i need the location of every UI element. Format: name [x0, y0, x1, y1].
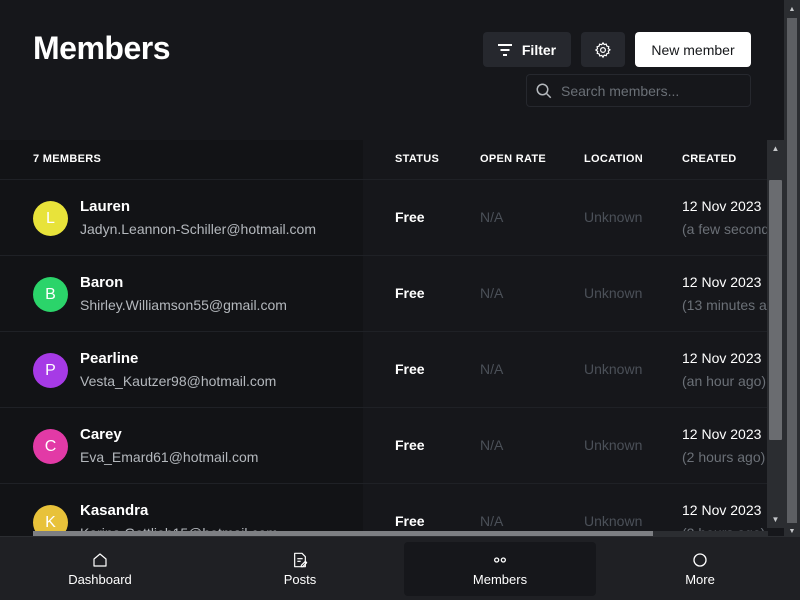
member-location: Unknown [584, 209, 643, 225]
avatar: C [33, 429, 68, 464]
filter-button[interactable]: Filter [483, 32, 571, 67]
member-name: Carey [80, 426, 122, 443]
member-name: Baron [80, 274, 124, 291]
table-row[interactable]: L Lauren Jadyn.Leannon-Schiller@hotmail.… [0, 180, 767, 256]
more-circle-icon [691, 551, 709, 569]
member-created-relative: (13 minutes ago) [682, 297, 767, 313]
member-open-rate: N/A [480, 361, 504, 377]
member-created-relative: (2 hours ago) [682, 449, 766, 465]
nav-label-dashboard: Dashboard [68, 572, 132, 587]
column-header-location[interactable]: LOCATION [584, 153, 643, 165]
bottom-navigation: Dashboard Posts Members More [0, 536, 800, 600]
column-header-created[interactable]: CREATED [682, 153, 736, 165]
member-created-date: 12 Nov 2023 [682, 350, 762, 366]
column-header-status[interactable]: STATUS [395, 153, 439, 165]
members-page: Members Filter New member 7 MEMBE [0, 0, 800, 600]
search-box [526, 74, 751, 107]
home-icon [91, 551, 109, 569]
nav-item-members[interactable]: Members [404, 542, 596, 596]
member-email: Jadyn.Leannon-Schiller@hotmail.com [80, 221, 316, 237]
nav-item-more[interactable]: More [604, 542, 796, 596]
page-title: Members [33, 30, 171, 66]
member-status: Free [395, 361, 425, 377]
table-header: 7 MEMBERS STATUS OPEN RATE LOCATION CREA… [0, 140, 767, 180]
member-location: Unknown [584, 285, 643, 301]
member-open-rate: N/A [480, 285, 504, 301]
member-email: Vesta_Kautzer98@hotmail.com [80, 373, 277, 389]
member-open-rate: N/A [480, 209, 504, 225]
nav-item-posts[interactable]: Posts [204, 542, 396, 596]
member-open-rate: N/A [480, 513, 504, 529]
page-vertical-scrollbar[interactable]: ▲ ▼ [784, 0, 800, 540]
member-name: Pearline [80, 350, 139, 367]
member-location: Unknown [584, 437, 643, 453]
member-name: Kasandra [80, 502, 149, 519]
search-icon [536, 83, 552, 98]
new-member-button[interactable]: New member [635, 32, 751, 67]
members-icon [491, 551, 509, 569]
member-created-date: 12 Nov 2023 [682, 502, 762, 518]
nav-label-more: More [685, 572, 715, 587]
scroll-up-arrow-icon[interactable]: ▲ [784, 2, 800, 16]
avatar: L [33, 201, 68, 236]
members-table: 7 MEMBERS STATUS OPEN RATE LOCATION CREA… [0, 140, 767, 536]
table-row[interactable]: P Pearline Vesta_Kautzer98@hotmail.com F… [0, 332, 767, 408]
member-email: Shirley.Williamson55@gmail.com [80, 297, 287, 313]
table-row[interactable]: B Baron Shirley.Williamson55@gmail.com F… [0, 256, 767, 332]
settings-button[interactable] [581, 32, 625, 67]
gear-icon [594, 41, 611, 58]
table-row[interactable]: C Carey Eva_Emard61@hotmail.com Free N/A… [0, 408, 767, 484]
column-header-members[interactable]: 7 MEMBERS [33, 153, 101, 165]
member-email: Eva_Emard61@hotmail.com [80, 449, 259, 465]
nav-label-members: Members [472, 572, 528, 587]
member-created-relative: (a few seconds ago) [682, 221, 767, 237]
search-input[interactable] [561, 82, 741, 99]
column-header-open-rate[interactable]: OPEN RATE [480, 153, 546, 165]
member-location: Unknown [584, 513, 643, 529]
avatar: B [33, 277, 68, 312]
edit-document-icon [291, 551, 309, 569]
nav-label-posts: Posts [283, 572, 317, 587]
member-location: Unknown [584, 361, 643, 377]
scrollbar-thumb[interactable] [769, 180, 782, 440]
scrollbar-thumb[interactable] [787, 18, 797, 523]
member-status: Free [395, 285, 425, 301]
scroll-down-arrow-icon[interactable]: ▼ [767, 511, 784, 528]
table-vertical-scrollbar[interactable]: ▲ ▼ [767, 140, 784, 528]
avatar: P [33, 353, 68, 388]
member-open-rate: N/A [480, 437, 504, 453]
member-status: Free [395, 437, 425, 453]
filter-label: Filter [521, 41, 557, 58]
member-created-date: 12 Nov 2023 [682, 274, 762, 290]
scroll-up-arrow-icon[interactable]: ▲ [767, 140, 784, 157]
member-status: Free [395, 513, 425, 529]
nav-item-dashboard[interactable]: Dashboard [4, 542, 196, 596]
member-status: Free [395, 209, 425, 225]
header-actions: Filter New member [483, 32, 751, 67]
member-name: Lauren [80, 198, 131, 215]
member-created-date: 12 Nov 2023 [682, 426, 762, 442]
member-created-date: 12 Nov 2023 [682, 198, 762, 214]
table-row[interactable]: K Kasandra Karina.Gottlieb15@hotmail.com… [0, 484, 767, 536]
filter-icon [497, 43, 512, 56]
member-created-relative: (an hour ago) [682, 373, 767, 389]
